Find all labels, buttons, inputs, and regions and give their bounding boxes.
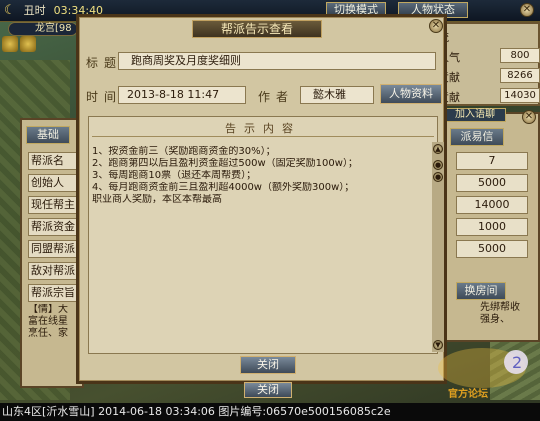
guild-stat-value: 5000 <box>456 240 528 258</box>
tab-guild-message[interactable]: 派易信 <box>450 128 504 146</box>
voice-chat-join[interactable]: 加入语聊 <box>444 108 506 122</box>
stat-row: 人气 800 <box>436 48 540 64</box>
tab-basic[interactable]: 基础 <box>26 126 70 144</box>
notice-content-header: 告示内容 <box>225 122 301 135</box>
allied-guild-label: 同盟帮派 <box>28 240 82 258</box>
map-icon[interactable] <box>2 36 18 52</box>
guild-notice-snippet: 【情】大 富在线星 烹任、家 <box>28 304 68 339</box>
guild-name-label: 帮派名 <box>28 152 82 170</box>
guild-stat-value: 7 <box>456 152 528 170</box>
guild-close-button[interactable]: 关闭 <box>244 382 292 398</box>
close-icon[interactable]: ✕ <box>522 110 536 124</box>
minimap-icon[interactable] <box>20 36 36 52</box>
location-label[interactable]: 龙宫[98 <box>8 22 78 36</box>
hud-icon-bar <box>2 36 36 52</box>
guild-stat-value: 1000 <box>456 218 528 236</box>
guild-motto-label: 帮派宗旨 <box>28 284 82 302</box>
stat-value: 800 <box>500 48 540 63</box>
close-button[interactable]: 关闭 <box>240 356 296 374</box>
subject-field: 跑商周奖及月度奖细则 <box>118 52 436 70</box>
subject-label: 标题 <box>86 56 123 70</box>
author-label: 作者 <box>258 90 295 104</box>
scroll-up-icon[interactable]: ▲ <box>433 144 443 154</box>
stat-row: 贡献 8266 <box>436 68 540 84</box>
character-profile-button[interactable]: 人物资料 <box>380 84 442 104</box>
notice-line: 4、每月跑商资金前三且盈利超4000w（额外奖励300w）； <box>92 182 355 193</box>
stat-row: 贡献 14030 <box>436 88 540 104</box>
time-label: 时间 <box>86 90 123 104</box>
stat-value: 14030 <box>500 88 540 103</box>
notice-content-body: 1、按资金前三（奖励跑商资金的30%）； 2、跑商第四以后且盈利资金超过500w… <box>92 146 420 346</box>
current-leader-label: 现任帮主 <box>28 196 82 214</box>
scroll-page-down-icon[interactable]: ● <box>433 172 443 182</box>
divider <box>92 136 434 137</box>
notice-line: 职业商人奖励，本区本帮最高 <box>92 194 222 205</box>
dialog-title: 帮派告示查看 <box>192 20 322 38</box>
character-stat-panel: 流 人气 800 贡献 8266 贡献 14030 <box>432 22 540 106</box>
change-room-button[interactable]: 换房间 <box>456 282 506 300</box>
close-icon[interactable]: ✕ <box>520 3 534 17</box>
stat-row: 流 <box>436 28 540 44</box>
notice-line: 3、每周跑商10票（退还本周帮费）； <box>92 170 257 181</box>
status-bar: 山东4区[沂水雪山] 2014-06-18 03:34:06 图片编号:0657… <box>0 403 540 421</box>
guild-stat-value: 14000 <box>456 196 528 214</box>
moon-icon: ☾ <box>4 2 16 18</box>
author-field: 懿木雅 <box>300 86 374 104</box>
guild-funds-label: 帮派资金 <box>28 218 82 236</box>
founder-label: 创始人 <box>28 174 82 192</box>
svg-text:2: 2 <box>512 353 522 372</box>
stat-value: 8266 <box>500 68 540 83</box>
guild-stat-value: 5000 <box>456 174 528 192</box>
enemy-guild-label: 敌对帮派 <box>28 262 82 280</box>
scroll-page-up-icon[interactable]: ● <box>433 160 443 170</box>
time-period: 丑时 <box>23 4 46 17</box>
dialog-close-icon[interactable]: ✕ <box>429 19 443 33</box>
time-field: 2013-8-18 11:47 <box>118 86 246 104</box>
watermark-text: 官方论坛 <box>448 389 488 400</box>
guild-notice-snippet: 先绑帮收 强身、 <box>480 302 520 325</box>
notice-line: 1、按资金前三（奖励跑商资金的30%）； <box>92 146 276 157</box>
notice-line: 2、跑商第四以后且盈利资金超过500w（固定奖励100w）； <box>92 158 358 169</box>
